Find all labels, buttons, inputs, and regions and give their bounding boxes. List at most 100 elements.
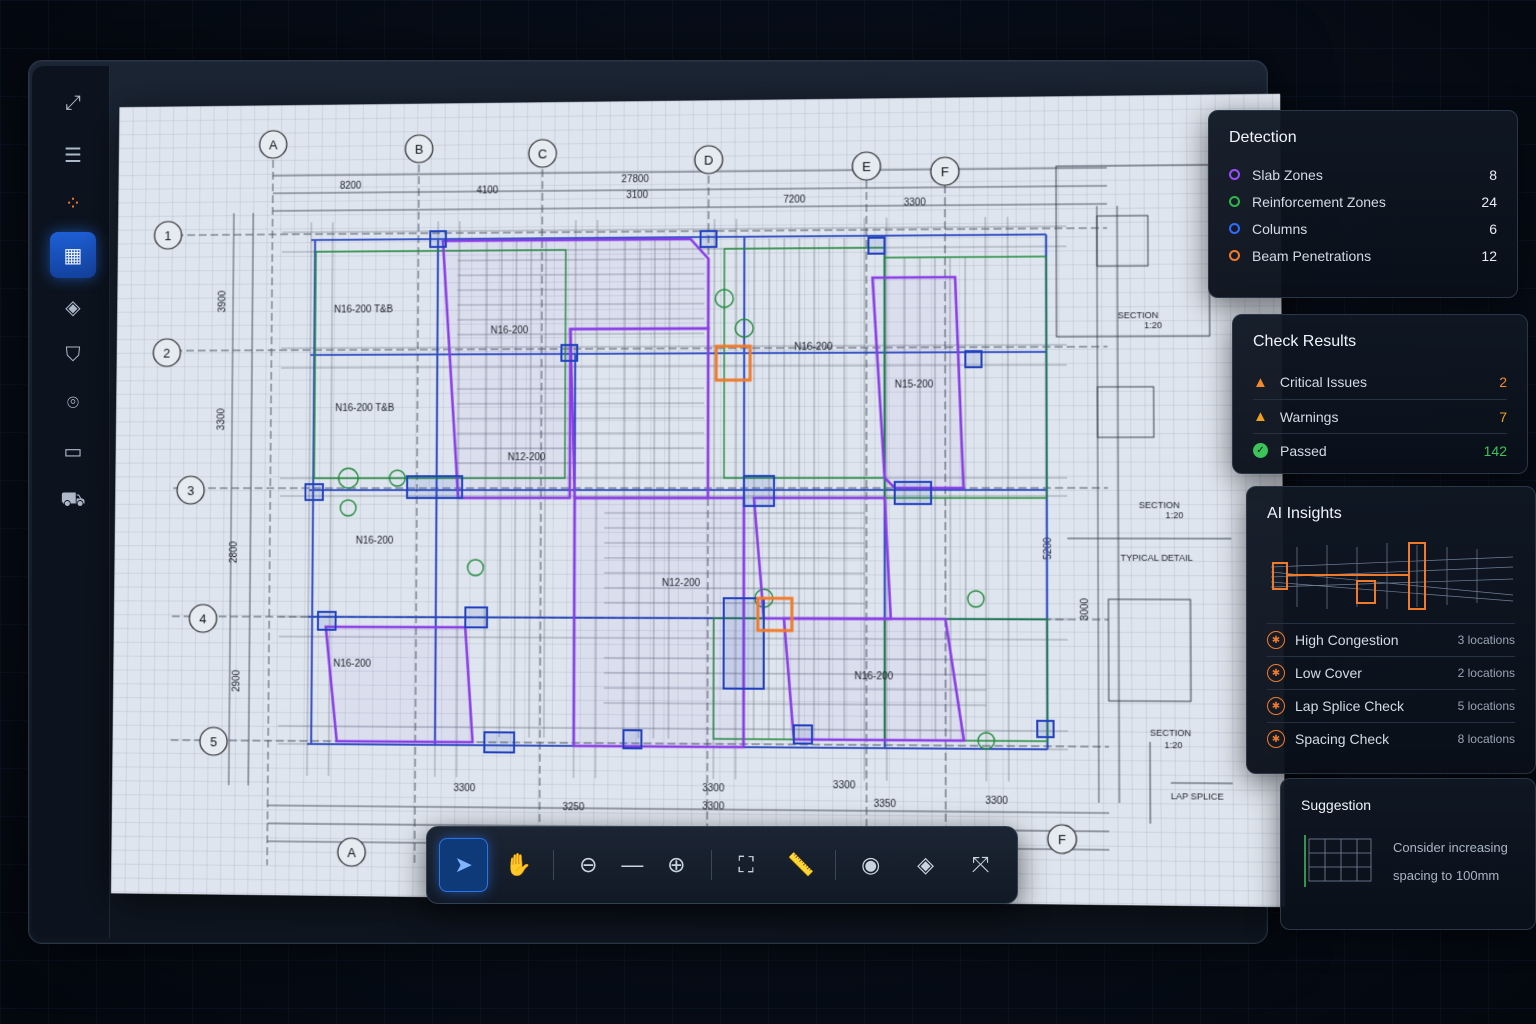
slab-label: N16-200 bbox=[854, 671, 893, 682]
select-tool-icon[interactable]: ➤ bbox=[439, 838, 489, 892]
comment-icon[interactable]: ▭ bbox=[50, 428, 96, 474]
insight-locations: 2 locations bbox=[1457, 666, 1515, 680]
insight-locations: 8 locations bbox=[1457, 732, 1515, 746]
eye-icon[interactable]: ◉ bbox=[846, 838, 895, 892]
grid-col-c: C bbox=[538, 146, 547, 161]
blueprint-canvas[interactable]: A B C D E F 1 2 3 4 5 A F 8200 4100 2780… bbox=[110, 93, 1286, 908]
section-label: SECTION bbox=[1118, 310, 1159, 320]
detection-label: Reinforcement Zones bbox=[1252, 193, 1386, 210]
detection-count: 6 bbox=[1489, 220, 1497, 237]
slab-label: N16-200 T&B bbox=[334, 304, 393, 315]
left-toolbar: ⤢ ☰ ⁘ ▦ ◈ ⛉ ⌾ ▭ ⛟ bbox=[32, 66, 110, 938]
check-count: 142 bbox=[1483, 442, 1507, 459]
grid-col-f: F bbox=[941, 164, 949, 179]
grid-view-icon[interactable]: ▦ bbox=[50, 232, 96, 278]
insight-spacing-check[interactable]: ✱ Spacing Check 8 locations bbox=[1267, 722, 1515, 755]
detection-item-slab-zones[interactable]: Slab Zones 8 bbox=[1229, 161, 1497, 188]
nodes-icon[interactable]: ⁘ bbox=[50, 180, 96, 226]
dim-bottom: 3300 bbox=[453, 783, 476, 794]
insight-low-cover[interactable]: ✱ Low Cover 2 locations bbox=[1267, 656, 1515, 689]
slab-label: N15-200 bbox=[895, 379, 934, 390]
dim-bottom: 3300 bbox=[702, 783, 725, 794]
pan-tool-icon[interactable]: ✋ bbox=[494, 838, 543, 892]
grid-row-3: 3 bbox=[187, 483, 194, 498]
dim-right: 3000 bbox=[1080, 598, 1091, 621]
check-row-critical[interactable]: ▲ Critical Issues 2 bbox=[1253, 365, 1507, 399]
grid-row-4: 4 bbox=[199, 611, 206, 626]
insight-locations: 5 locations bbox=[1457, 699, 1515, 713]
detection-item-beam-penetrations[interactable]: Beam Penetrations 12 bbox=[1229, 242, 1497, 269]
congestion-preview-graphic bbox=[1270, 542, 1514, 610]
check-label: Passed bbox=[1280, 442, 1327, 459]
layers-toggle-icon[interactable]: ◈ bbox=[901, 838, 950, 892]
insight-high-congestion[interactable]: ✱ High Congestion 3 locations bbox=[1267, 623, 1515, 656]
ai-insights-panel: AI Insights ✱ High Congestion 3 location… bbox=[1246, 486, 1536, 774]
suggestion-line-1: Consider increasing bbox=[1393, 840, 1508, 855]
dim-top: 4100 bbox=[476, 185, 498, 196]
detection-count: 12 bbox=[1481, 247, 1497, 264]
canvas-toolbar: ➤ ✋ ⊖ — ⊕ ⛶ 📏 ◉ ◈ ⤧ bbox=[426, 826, 1018, 904]
zoom-slider-icon[interactable]: — bbox=[619, 838, 646, 892]
suggestion-text: Consider increasing spacing to 100mm bbox=[1393, 834, 1508, 890]
section-labels: SECTION 1:20 SECTION 1:20 TYPICAL DETAIL… bbox=[1118, 310, 1224, 802]
section-scale: 1:20 bbox=[1165, 510, 1183, 520]
shield-icon[interactable]: ⛉ bbox=[50, 332, 96, 378]
dim-bottom: 3350 bbox=[873, 799, 896, 811]
typical-detail-label: TYPICAL DETAIL bbox=[1121, 553, 1193, 563]
detection-item-reinforcement-zones[interactable]: Reinforcement Zones 24 bbox=[1229, 188, 1497, 215]
truck-icon[interactable]: ⛟ bbox=[50, 478, 96, 524]
section-label: SECTION bbox=[1139, 500, 1180, 510]
suggestion-line-2: spacing to 100mm bbox=[1393, 868, 1500, 883]
dim-bottom: 3300 bbox=[985, 796, 1008, 808]
check-label: Warnings bbox=[1279, 408, 1339, 425]
ruler-icon[interactable]: 📏 bbox=[777, 838, 826, 892]
measure-tool-icon[interactable]: ⤢ bbox=[50, 80, 96, 126]
list-menu-icon[interactable]: ☰ bbox=[50, 132, 96, 178]
lap-splice-label: LAP SPLICE bbox=[1171, 791, 1224, 802]
structural-plan-drawing: A B C D E F 1 2 3 4 5 A F 8200 4100 2780… bbox=[111, 94, 1285, 907]
fullscreen-icon[interactable]: ⤧ bbox=[956, 838, 1005, 892]
dim-bottom: 3250 bbox=[562, 802, 585, 813]
fit-view-icon[interactable]: ⛶ bbox=[722, 838, 771, 892]
detection-label: Beam Penetrations bbox=[1252, 247, 1372, 264]
slab-zone-dot bbox=[1229, 169, 1240, 180]
zoom-out-icon[interactable]: ⊖ bbox=[564, 838, 613, 892]
suggestion-panel: Suggestion Consider increasing spacing t… bbox=[1280, 778, 1536, 930]
alert-badge-icon: ✱ bbox=[1267, 697, 1285, 715]
insight-lap-splice[interactable]: ✱ Lap Splice Check 5 locations bbox=[1267, 689, 1515, 722]
check-results-panel: Check Results ▲ Critical Issues 2 ▲ Warn… bbox=[1232, 314, 1528, 474]
grid-col-d: D bbox=[704, 153, 713, 168]
slab-label: N16-200 bbox=[491, 325, 529, 336]
column-dot bbox=[1229, 223, 1240, 234]
detection-item-columns[interactable]: Columns 6 bbox=[1229, 215, 1497, 242]
check-row-warnings[interactable]: ▲ Warnings 7 bbox=[1253, 399, 1507, 433]
slab-label: N16-200 bbox=[794, 342, 833, 353]
suggestion-title: Suggestion bbox=[1301, 797, 1372, 813]
toolbar-divider bbox=[552, 850, 554, 880]
zoom-in-icon[interactable]: ⊕ bbox=[652, 838, 701, 892]
section-details bbox=[1056, 165, 1233, 825]
grid-row-1: 1 bbox=[164, 228, 171, 243]
dim-top: 3100 bbox=[626, 190, 649, 201]
detection-panel: Detection Slab Zones 8 Reinforcement Zon… bbox=[1208, 110, 1518, 298]
suggestion-body: Consider increasing spacing to 100mm bbox=[1301, 827, 1515, 897]
layers-icon[interactable]: ◈ bbox=[50, 284, 96, 330]
detection-count: 8 bbox=[1489, 166, 1497, 183]
beam-penetration-dot bbox=[1229, 250, 1240, 261]
alert-badge-icon: ✱ bbox=[1267, 664, 1285, 682]
reinforcement-zone-dot bbox=[1229, 196, 1240, 207]
section-scale: 1:20 bbox=[1144, 320, 1162, 330]
slab-label: N12-200 bbox=[508, 452, 546, 463]
dim-top: 8200 bbox=[340, 181, 362, 192]
grid-col-a-bottom: A bbox=[347, 845, 356, 860]
dim-bottom: 3300 bbox=[833, 780, 856, 791]
check-row-passed[interactable]: ✓ Passed 142 bbox=[1253, 433, 1507, 467]
grid-row-5: 5 bbox=[210, 734, 217, 749]
insight-label: High Congestion bbox=[1295, 632, 1399, 648]
insight-label: Spacing Check bbox=[1295, 731, 1390, 747]
insight-locations: 3 locations bbox=[1457, 633, 1515, 647]
check-count: 7 bbox=[1499, 408, 1507, 425]
dim-left: 2900 bbox=[231, 669, 242, 692]
insight-label: Lap Splice Check bbox=[1295, 698, 1404, 714]
scan-icon[interactable]: ⌾ bbox=[50, 380, 96, 426]
